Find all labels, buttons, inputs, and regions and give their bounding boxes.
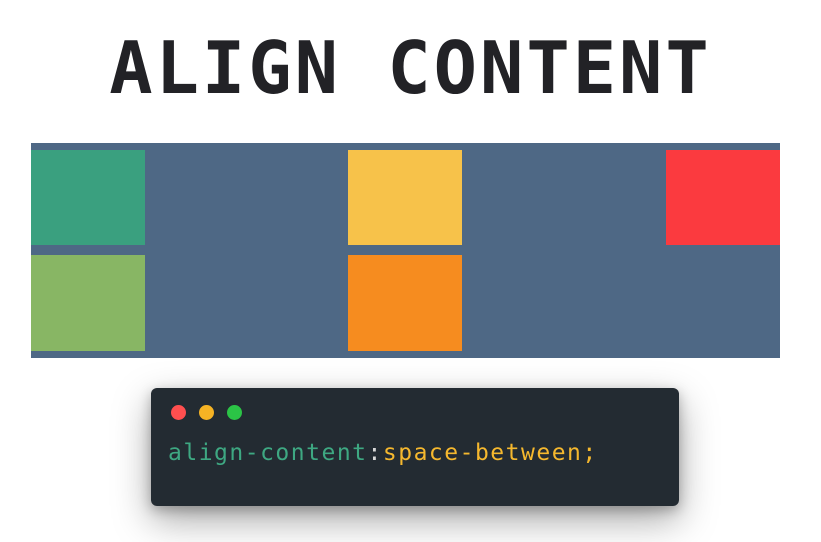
maximize-dot — [227, 405, 242, 420]
page: ALIGN CONTENT align-content:space-betwee… — [0, 0, 821, 542]
orange-box — [348, 255, 462, 351]
code-line: align-content:space-between; — [168, 437, 598, 469]
css-property: align-content — [168, 440, 368, 466]
page-title: ALIGN CONTENT — [109, 26, 712, 110]
green-box — [31, 255, 145, 351]
minimize-dot — [199, 405, 214, 420]
teal-box — [31, 150, 145, 245]
close-dot — [171, 405, 186, 420]
css-colon: : — [367, 440, 383, 466]
yellow-box — [348, 150, 462, 245]
flex-container-demo — [31, 143, 780, 358]
red-box — [666, 150, 780, 245]
css-value: space-between; — [382, 440, 598, 466]
